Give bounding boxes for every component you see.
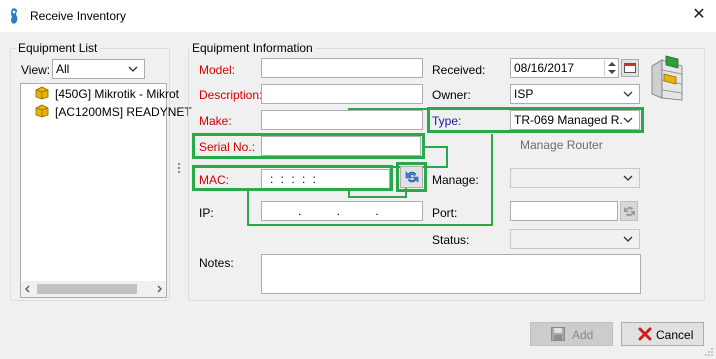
spin-down-icon[interactable] [608, 69, 616, 75]
scroll-left-icon[interactable] [24, 285, 32, 293]
chevron-down-icon [623, 91, 633, 97]
port-label: Port: [432, 206, 458, 220]
date-spinner[interactable] [604, 60, 618, 76]
manage-label: Manage: [432, 173, 479, 187]
equipment-rack-icon [651, 55, 683, 101]
port-refresh-icon [624, 206, 635, 217]
mac-highlight [192, 165, 393, 191]
add-button[interactable]: Add [530, 322, 613, 346]
type-label: Type: [432, 114, 462, 128]
received-date-picker[interactable]: 08/16/2017 [510, 58, 619, 78]
list-item-label: [AC1200MS] READYNET [55, 105, 192, 119]
serial-highlight [192, 133, 425, 159]
calendar-button[interactable] [621, 59, 639, 77]
chevron-down-icon [623, 236, 633, 242]
router-box-icon [35, 86, 49, 100]
router-box-icon [35, 104, 49, 118]
view-label: View: [21, 63, 51, 77]
cancel-x-icon [638, 327, 652, 341]
owner-label: Owner: [432, 88, 471, 102]
make-input[interactable] [261, 110, 423, 130]
description-input[interactable] [261, 84, 423, 104]
type-select-value: TR-069 Managed R... [514, 113, 623, 127]
resize-grip[interactable] [704, 347, 714, 357]
port-input[interactable] [510, 201, 618, 221]
view-select[interactable]: All [52, 59, 145, 79]
scroll-right-icon[interactable] [155, 285, 163, 293]
chevron-down-icon [623, 175, 633, 181]
port-refresh-button[interactable] [620, 201, 638, 221]
make-label: Make: [199, 114, 232, 128]
manage-select[interactable] [510, 168, 640, 188]
title-bar: Receive Inventory ✕ [0, 0, 716, 32]
calendar-icon [624, 63, 636, 73]
horizontal-scrollbar[interactable] [21, 281, 166, 297]
notes-label: Notes: [199, 256, 234, 270]
scrollbar-thumb[interactable] [37, 284, 137, 294]
refresh-mac-icon [405, 171, 419, 183]
equipment-listbox[interactable]: [450G] Mikrotik - Mikrot [AC1200MS] READ… [20, 83, 192, 298]
cancel-button[interactable]: Cancel [621, 322, 704, 346]
list-item-label: [450G] Mikrotik - Mikrot [55, 87, 180, 101]
list-item[interactable]: [450G] Mikrotik - Mikrot [33, 86, 179, 102]
mac-lookup-button[interactable] [400, 166, 423, 188]
equipment-list-label: Equipment List [16, 41, 100, 55]
manage-router-link[interactable]: Manage Router [520, 138, 603, 152]
description-label: Description: [199, 88, 263, 102]
received-label: Received: [432, 63, 486, 77]
model-label: Model: [199, 63, 236, 77]
model-input[interactable] [261, 58, 423, 78]
owner-select[interactable]: ISP [510, 84, 640, 104]
ip-input[interactable]: . . . [261, 201, 423, 221]
close-icon: ✕ [692, 6, 706, 23]
window-title: Receive Inventory [30, 9, 127, 23]
splitter-grip[interactable] [178, 163, 181, 177]
save-icon [551, 327, 565, 341]
owner-select-value: ISP [514, 87, 534, 101]
app-icon [9, 7, 21, 25]
received-date-value: 08/16/2017 [514, 61, 575, 75]
type-select[interactable]: TR-069 Managed R... [510, 110, 640, 130]
ip-value: . . . [298, 204, 379, 218]
list-item[interactable]: [AC1200MS] READYNET [33, 104, 192, 120]
equipment-information-label: Equipment Information [190, 41, 315, 55]
spin-up-icon[interactable] [608, 61, 616, 67]
chevron-down-icon [623, 117, 633, 123]
status-label: Status: [432, 233, 470, 247]
add-button-label: Add [572, 328, 594, 342]
close-button[interactable]: ✕ [686, 3, 712, 27]
notes-input[interactable] [261, 254, 641, 294]
status-select[interactable] [510, 229, 640, 249]
chevron-down-icon [128, 66, 138, 72]
ip-label: IP: [199, 206, 214, 220]
cancel-button-label: Cancel [656, 328, 694, 342]
